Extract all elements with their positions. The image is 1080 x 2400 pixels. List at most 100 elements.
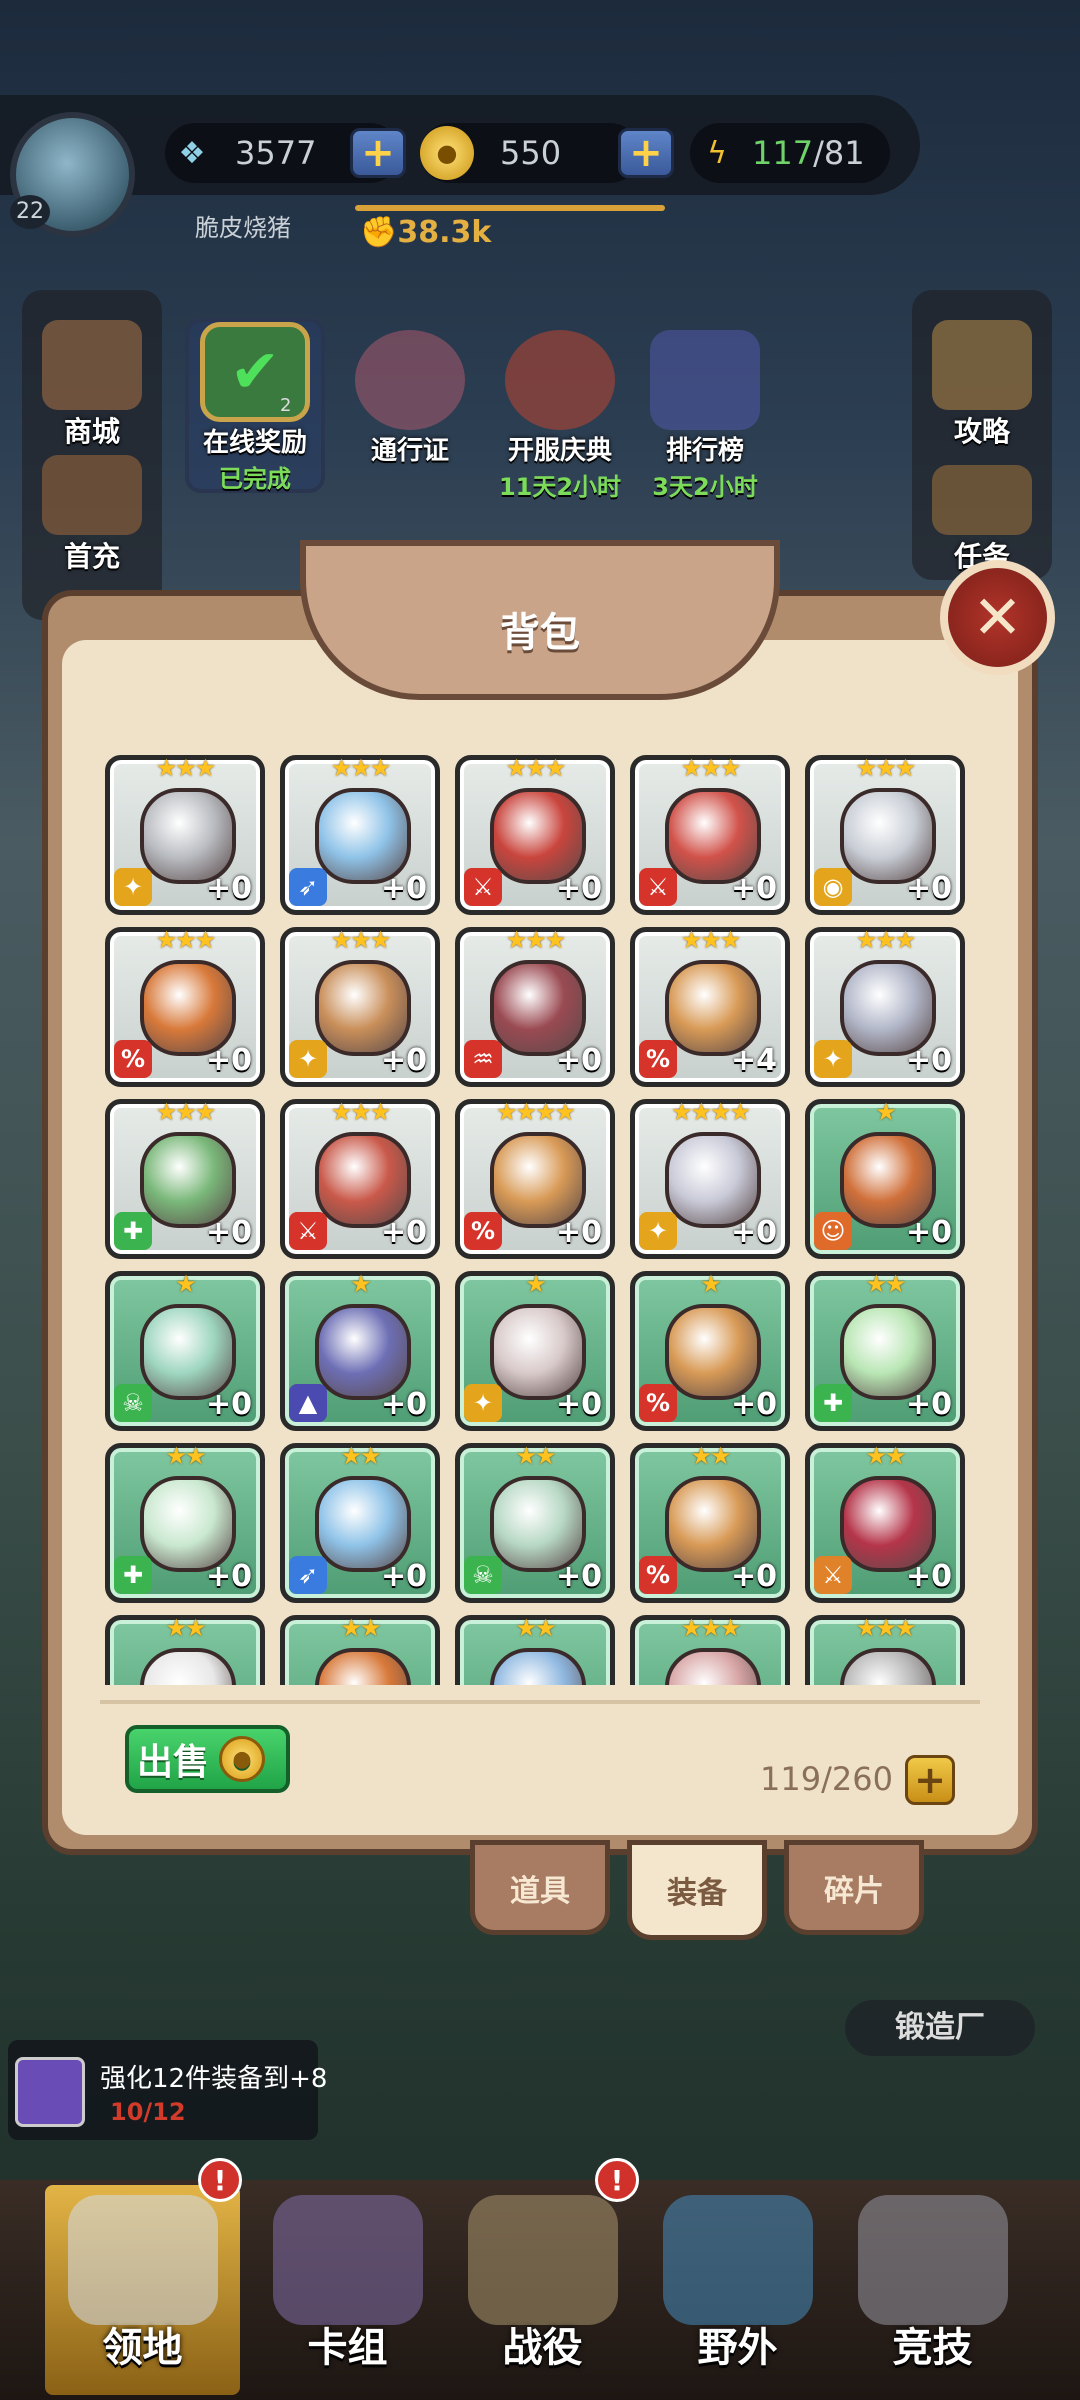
- equipment-slot[interactable]: ★ ☺ +0: [805, 1098, 965, 1259]
- nav-deck[interactable]: 卡组: [250, 2185, 445, 2395]
- equipment-slot[interactable]: ★★ ✚ +0: [805, 1270, 965, 1431]
- equipment-slot[interactable]: ★★★ ◉ +0: [805, 755, 965, 915]
- star-rating: ★★★: [155, 926, 217, 954]
- campaign-alert-icon: !: [595, 2158, 639, 2202]
- enhance-level: +0: [730, 1559, 777, 1594]
- shop-button[interactable]: 商城: [32, 320, 152, 450]
- enhance-level: +0: [205, 1043, 252, 1078]
- nav-arena[interactable]: 竞技: [835, 2185, 1030, 2395]
- equipment-slot[interactable]: ★★★ ✚ +0: [105, 1098, 265, 1259]
- online-reward-button[interactable]: ✔ 在线奖励 已完成: [185, 318, 325, 493]
- enhance-level: +0: [380, 871, 427, 906]
- star-rating: ★★★: [155, 755, 217, 782]
- equipment-slot[interactable]: ★★★% +0: [105, 926, 265, 1087]
- run-stat-icon: ➶: [289, 868, 327, 906]
- equipment-slot[interactable]: ★★★★% +0: [455, 1098, 615, 1259]
- tab-items[interactable]: 道具: [470, 1840, 610, 1935]
- territory-alert-icon: !: [198, 2158, 242, 2202]
- sell-button[interactable]: 出售 ●: [125, 1725, 290, 1793]
- magic-stat-icon: ▲: [289, 1384, 327, 1422]
- equipment-slot[interactable]: ★ ▲ +0: [280, 1270, 440, 1431]
- nav-wild[interactable]: 野外: [640, 2185, 835, 2395]
- add-gold-button[interactable]: +: [618, 128, 674, 178]
- pass-button[interactable]: 通行证: [340, 330, 480, 467]
- face-stat-icon: ☺: [814, 1212, 852, 1250]
- equipment-art-icon: [140, 1304, 236, 1400]
- sword-fish-icon: [857, 2195, 1008, 2325]
- equipment-slot[interactable]: ★★★: [630, 1614, 790, 1685]
- equipment-art-icon: [490, 788, 586, 884]
- lightning-icon: ϟ: [707, 135, 727, 171]
- guide-button[interactable]: 攻略: [922, 320, 1042, 450]
- cards-icon: [272, 2195, 423, 2325]
- star-rating: ★★★: [855, 755, 917, 782]
- equipment-slot[interactable]: ★ ✦ +0: [455, 1270, 615, 1431]
- equipment-slot[interactable]: ★ ☠ +0: [105, 1270, 265, 1431]
- equipment-art-icon: [840, 1648, 936, 1685]
- forge-button[interactable]: 锻造厂: [845, 2000, 1035, 2056]
- equipment-art-icon: [840, 1476, 936, 1572]
- equipment-slot[interactable]: ★★★% +4: [630, 926, 790, 1087]
- leaderboard-button[interactable]: 排行榜 3天2小时: [635, 330, 775, 502]
- equipment-slot[interactable]: ★★ ➶ +0: [280, 1442, 440, 1603]
- sword-stat-icon: ⚔: [814, 1556, 852, 1594]
- star-rating: ★★★: [505, 755, 567, 782]
- fangs-stat-icon: ♒: [464, 1040, 502, 1078]
- enhance-level: +0: [380, 1559, 427, 1594]
- equipment-art-icon: [665, 1132, 761, 1228]
- equipment-art-icon: [315, 1476, 411, 1572]
- stamina-max: /81: [813, 134, 865, 172]
- equipment-art-icon: [840, 1132, 936, 1228]
- online-reward-badge: 2: [280, 395, 292, 416]
- equipment-slot[interactable]: ★★: [455, 1614, 615, 1685]
- fist-icon: ✊: [360, 215, 398, 250]
- equipment-slot[interactable]: ★★ ⚔ +0: [805, 1442, 965, 1603]
- heal-stat-icon: ✚: [114, 1556, 152, 1594]
- nav-campaign[interactable]: 战役: [445, 2185, 640, 2395]
- dagger-stat-icon: ✦: [464, 1384, 502, 1422]
- enhance-level: +0: [380, 1043, 427, 1078]
- skull-stat-icon: ☠: [464, 1556, 502, 1594]
- launch-celebration-button[interactable]: 开服庆典 11天2小时: [490, 330, 630, 502]
- close-button[interactable]: ✕: [940, 560, 1055, 675]
- equipment-slot[interactable]: ★★★ ⚔ +0: [630, 755, 790, 915]
- equipment-slot[interactable]: ★★★ ⚔ +0: [455, 755, 615, 915]
- dagger-stat-icon: ✦: [114, 868, 152, 906]
- equipment-slot[interactable]: ★% +0: [630, 1270, 790, 1431]
- equipment-slot[interactable]: ★★★★ ✦ +0: [630, 1098, 790, 1259]
- crit-stat-icon: %: [639, 1040, 677, 1078]
- equipment-art-icon: [490, 1648, 586, 1685]
- star-rating: ★★: [340, 1614, 381, 1642]
- equipment-slot[interactable]: ★★: [280, 1614, 440, 1685]
- first-recharge-button[interactable]: 首充: [32, 455, 152, 575]
- equipment-slot[interactable]: ★★★ ✦ +0: [105, 755, 265, 915]
- quest-progress: 10/12: [110, 2098, 186, 2126]
- enhance-level: +0: [205, 1215, 252, 1250]
- star-rating: ★★★: [855, 926, 917, 954]
- star-rating: ★★★: [680, 926, 742, 954]
- equipment-slot[interactable]: ★★ ☠ +0: [455, 1442, 615, 1603]
- equipment-slot[interactable]: ★★ ✚ +0: [105, 1442, 265, 1603]
- equipment-slot[interactable]: ★★: [105, 1614, 265, 1685]
- add-gems-button[interactable]: +: [350, 128, 406, 178]
- equipment-slot[interactable]: ★★★ ♒ +0: [455, 926, 615, 1087]
- nav-territory[interactable]: 领地: [45, 2185, 240, 2395]
- equipment-art-icon: [315, 1648, 411, 1685]
- enhance-level: +0: [380, 1387, 427, 1422]
- equipment-art-icon: [665, 960, 761, 1056]
- sword-stat-icon: ⚔: [289, 1212, 327, 1250]
- fish-gem-icon: ❖: [178, 135, 206, 171]
- equipment-slot[interactable]: ★★★ ✦ +0: [805, 926, 965, 1087]
- equipment-slot[interactable]: ★★★: [805, 1614, 965, 1685]
- tab-equipment[interactable]: 装备: [627, 1840, 767, 1940]
- expand-capacity-button[interactable]: +: [905, 1755, 955, 1805]
- tasks-button[interactable]: 任务: [922, 465, 1042, 575]
- tab-fragments[interactable]: 碎片: [784, 1840, 924, 1935]
- equipment-slot[interactable]: ★★★ ✦ +0: [280, 926, 440, 1087]
- equipment-slot[interactable]: ★★★ ➶ +0: [280, 755, 440, 915]
- sword-stat-icon: ⚔: [639, 868, 677, 906]
- inventory-grid-viewport[interactable]: ★★★ ✦ +0 ★★★ ➶ +0 ★★★ ⚔ +0 ★★★ ⚔ +0 ★★★ ◉ +0 ★★★% +0 ★★★ ✦…: [105, 755, 975, 1685]
- equipment-slot[interactable]: ★★★ ⚔ +0: [280, 1098, 440, 1259]
- equipment-slot[interactable]: ★★% +0: [630, 1442, 790, 1603]
- star-rating: ★: [875, 1098, 897, 1126]
